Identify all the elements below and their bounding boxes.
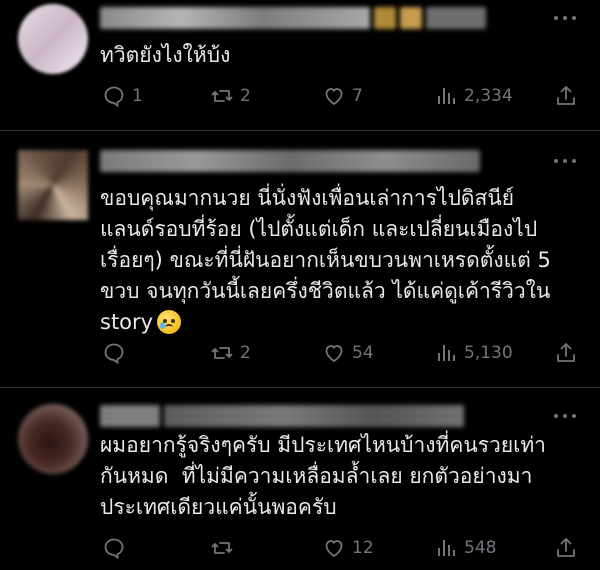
reply-button[interactable] bbox=[102, 535, 132, 561]
avatar[interactable] bbox=[18, 404, 88, 474]
reply-icon bbox=[104, 86, 124, 108]
retweet-button[interactable]: 2 bbox=[210, 340, 251, 366]
tweet-text: ขอบคุณมากนวย นี่นั่งฟังเพื่อนเล่าการไปดิ… bbox=[100, 183, 580, 338]
views-icon bbox=[438, 88, 455, 104]
like-button[interactable]: 7 bbox=[322, 83, 363, 109]
crying-face-emoji bbox=[157, 310, 182, 334]
retweet-icon bbox=[211, 90, 233, 102]
reply-button[interactable] bbox=[102, 340, 132, 366]
tweet-1[interactable]: ทวิตยังไงให้บ้ง 1 2 7 2,334 bbox=[0, 0, 600, 130]
more-options-button[interactable] bbox=[554, 16, 576, 20]
share-icon bbox=[557, 538, 575, 557]
retweet-count: 2 bbox=[240, 343, 251, 363]
like-button[interactable]: 54 bbox=[322, 340, 374, 366]
share-icon bbox=[557, 343, 575, 362]
tweet-actions: 1 2 7 2,334 bbox=[100, 83, 580, 109]
share-button[interactable] bbox=[554, 535, 578, 561]
views-button[interactable]: 2,334 bbox=[434, 83, 513, 109]
retweet-button[interactable] bbox=[210, 535, 240, 561]
tweet-actions: 12 548 bbox=[100, 535, 580, 561]
tweet-text: ทวิตยังไงให้บ้ง bbox=[100, 43, 231, 67]
author-name-blurred bbox=[100, 149, 480, 173]
like-count: 54 bbox=[352, 343, 374, 363]
views-icon bbox=[438, 540, 455, 556]
views-button[interactable]: 548 bbox=[434, 535, 496, 561]
heart-icon bbox=[325, 88, 343, 106]
heart-icon bbox=[325, 345, 343, 363]
views-icon bbox=[438, 345, 455, 361]
more-options-button[interactable] bbox=[554, 159, 576, 163]
views-button[interactable]: 5,130 bbox=[434, 340, 513, 366]
retweet-icon bbox=[211, 542, 233, 554]
like-count: 7 bbox=[352, 86, 363, 106]
avatar[interactable] bbox=[18, 150, 88, 220]
retweet-icon bbox=[211, 347, 233, 359]
author-name-blurred bbox=[100, 6, 486, 30]
retweet-button[interactable]: 2 bbox=[210, 83, 251, 109]
views-count: 2,334 bbox=[464, 86, 513, 106]
tweet-actions: 2 54 5,130 bbox=[100, 340, 580, 366]
reply-icon bbox=[104, 343, 124, 365]
like-button[interactable]: 12 bbox=[322, 535, 374, 561]
like-count: 12 bbox=[352, 538, 374, 558]
retweet-count: 2 bbox=[240, 86, 251, 106]
avatar[interactable] bbox=[18, 4, 88, 74]
share-button[interactable] bbox=[554, 340, 578, 366]
reply-count: 1 bbox=[132, 86, 143, 106]
reply-icon bbox=[104, 538, 124, 560]
tweet-2[interactable]: ขอบคุณมากนวย นี่นั่งฟังเพื่อนเล่าการไปดิ… bbox=[0, 131, 600, 387]
views-count: 5,130 bbox=[464, 343, 513, 363]
tweet-text: ผมอยากรู้จริงๆครับ มีประเทศไหนบ้างที่คนร… bbox=[100, 433, 546, 519]
author-name-blurred bbox=[100, 404, 464, 428]
heart-icon bbox=[325, 540, 343, 558]
share-icon bbox=[557, 86, 575, 105]
tweet-3[interactable]: ผมอยากรู้จริงๆครับ มีประเทศไหนบ้างที่คนร… bbox=[0, 388, 600, 570]
reply-button[interactable]: 1 bbox=[102, 83, 143, 109]
more-options-button[interactable] bbox=[554, 414, 576, 418]
share-button[interactable] bbox=[554, 83, 578, 109]
views-count: 548 bbox=[464, 538, 497, 558]
